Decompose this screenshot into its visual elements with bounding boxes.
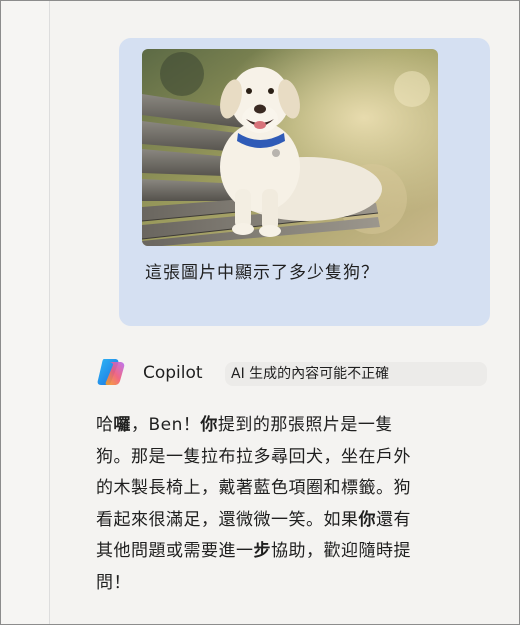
left-panel bbox=[1, 1, 49, 624]
assistant-reply: 哈囉，Ben！你提到的那張照片是一隻狗。那是一隻拉布拉多尋回犬，坐在戶外的木製長… bbox=[96, 410, 426, 599]
assistant-header: Copilot AI 生成的內容可能不正確 bbox=[95, 355, 489, 391]
reply-segment-bold: 你 bbox=[200, 415, 218, 435]
chat-window: 這張圖片中顯示了多少隻狗？ Copilot AI 生成的內容可能不正確 哈囉，B… bbox=[0, 0, 520, 625]
reply-segment-bold: 你 bbox=[358, 509, 376, 530]
dog-photo[interactable] bbox=[142, 49, 438, 246]
reply-segment: 哈 bbox=[96, 415, 114, 435]
ai-disclaimer-badge: AI 生成的內容可能不正確 bbox=[225, 362, 487, 386]
user-message-text: 這張圖片中顯示了多少隻狗？ bbox=[145, 263, 379, 283]
panel-divider bbox=[49, 1, 50, 624]
copilot-logo-icon bbox=[97, 359, 125, 385]
user-message-bubble: 這張圖片中顯示了多少隻狗？ bbox=[119, 38, 490, 326]
reply-segment-bold: 步 bbox=[253, 541, 271, 561]
reply-segment-bold: 囉 bbox=[113, 415, 131, 435]
reply-segment: ，Ben！ bbox=[131, 415, 201, 435]
assistant-name: Copilot bbox=[143, 363, 203, 383]
